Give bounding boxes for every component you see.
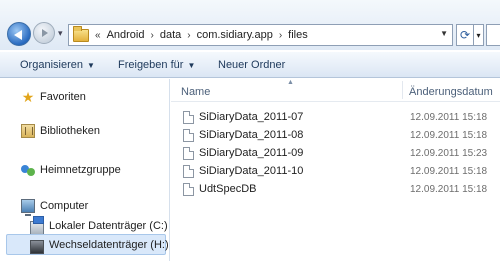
refresh-button[interactable]: ⟳ xyxy=(456,24,474,46)
library-icon xyxy=(21,124,35,138)
address-bar-row: ▾ « Android › data › com.sidiary.app › f… xyxy=(0,0,500,50)
chevron-down-icon: ▼ xyxy=(187,61,196,70)
breadcrumb-separator-icon[interactable]: › xyxy=(187,30,190,41)
removable-drive-icon xyxy=(30,240,44,254)
list-item[interactable]: UdtSpecDB 12.09.2011 15:18 xyxy=(183,180,500,198)
homegroup-icon xyxy=(21,163,35,177)
breadcrumb-overflow-icon[interactable]: « xyxy=(95,30,101,41)
command-bar: Organisieren ▼ Freigeben für ▼ Neuer Ordne… xyxy=(0,51,500,78)
sidebar-item-label: Computer xyxy=(40,200,89,212)
list-item[interactable]: SiDiaryData_2011-09 12.09.2011 15:23 xyxy=(183,144,500,162)
sidebar-item-label: Heimnetzgruppe xyxy=(40,164,121,176)
file-icon xyxy=(183,110,194,124)
file-icon xyxy=(183,182,194,196)
file-modified-date: 12.09.2011 15:18 xyxy=(410,129,488,141)
file-name: UdtSpecDB xyxy=(199,183,257,195)
sidebar-item-libraries[interactable]: Bibliotheken xyxy=(21,122,100,140)
sidebar-item-label: Lokaler Datenträger (C:) xyxy=(49,220,168,232)
new-folder-button[interactable]: Neuer Ordner xyxy=(218,59,285,71)
sidebar-item-computer[interactable]: Computer xyxy=(21,197,89,216)
column-divider[interactable] xyxy=(402,81,403,99)
file-name: SiDiaryData_2011-07 xyxy=(199,111,304,123)
computer-icon xyxy=(21,199,35,216)
file-name: SiDiaryData_2011-09 xyxy=(199,147,304,159)
organize-label: Organisieren xyxy=(20,59,83,71)
chevron-down-icon: ▼ xyxy=(86,61,95,70)
column-header-row: ▲ Name Änderungsdatum xyxy=(171,79,500,102)
star-icon: ★ xyxy=(21,89,35,105)
breadcrumb-android[interactable]: Android xyxy=(107,29,145,41)
file-list: ▲ Name Änderungsdatum SiDiaryData_2011-0… xyxy=(171,79,500,261)
file-icon xyxy=(183,164,194,178)
address-bar[interactable]: « Android › data › com.sidiary.app › fil… xyxy=(68,24,453,46)
file-name: SiDiaryData_2011-10 xyxy=(199,165,304,177)
breadcrumb-files[interactable]: files xyxy=(288,29,308,41)
sidebar-item-removable-drive[interactable]: Wechseldatenträger (H:) xyxy=(30,236,169,254)
back-button[interactable] xyxy=(7,22,31,46)
list-item[interactable]: SiDiaryData_2011-07 12.09.2011 15:18 xyxy=(183,108,500,126)
address-dropdown-icon[interactable]: ▼ xyxy=(440,29,448,38)
forward-button[interactable] xyxy=(33,22,55,44)
column-header-modified[interactable]: Änderungsdatum xyxy=(409,86,493,98)
column-header-name[interactable]: Name xyxy=(181,86,210,98)
file-icon xyxy=(183,128,194,142)
file-modified-date: 12.09.2011 15:23 xyxy=(410,147,488,159)
breadcrumb-com-sidiary-app[interactable]: com.sidiary.app xyxy=(197,29,273,41)
list-item[interactable]: SiDiaryData_2011-10 12.09.2011 15:18 xyxy=(183,162,500,180)
breadcrumb-separator-icon[interactable]: › xyxy=(150,30,153,41)
sidebar-item-favorites[interactable]: ★ Favoriten xyxy=(21,88,86,106)
file-modified-date: 12.09.2011 15:18 xyxy=(410,111,488,123)
file-modified-date: 12.09.2011 15:18 xyxy=(410,165,488,177)
organize-button[interactable]: Organisieren ▼ xyxy=(20,59,95,71)
breadcrumb-data[interactable]: data xyxy=(160,29,181,41)
file-name: SiDiaryData_2011-08 xyxy=(199,129,304,141)
sidebar-item-label: Wechseldatenträger (H:) xyxy=(49,239,169,251)
folder-icon xyxy=(73,25,89,42)
sidebar-item-label: Favoriten xyxy=(40,91,86,103)
refresh-dropdown-icon[interactable]: ▾ xyxy=(474,24,484,46)
file-icon xyxy=(183,146,194,160)
search-input[interactable] xyxy=(486,24,500,46)
sidebar-item-local-drive[interactable]: Lokaler Datenträger (C:) xyxy=(30,216,168,235)
list-item[interactable]: SiDiaryData_2011-08 12.09.2011 15:18 xyxy=(183,126,500,144)
breadcrumb-separator-icon[interactable]: › xyxy=(279,30,282,41)
share-with-label: Freigeben für xyxy=(118,59,184,71)
sidebar-item-label: Bibliotheken xyxy=(40,125,100,137)
hard-drive-icon xyxy=(30,216,44,235)
sort-ascending-icon: ▲ xyxy=(287,79,294,86)
refresh-icon: ⟳ xyxy=(459,28,471,42)
sidebar-item-homegroup[interactable]: Heimnetzgruppe xyxy=(21,161,121,179)
share-with-button[interactable]: Freigeben für ▼ xyxy=(118,59,195,71)
recent-pages-dropdown-icon[interactable]: ▾ xyxy=(58,28,63,39)
file-modified-date: 12.09.2011 15:18 xyxy=(410,183,488,195)
